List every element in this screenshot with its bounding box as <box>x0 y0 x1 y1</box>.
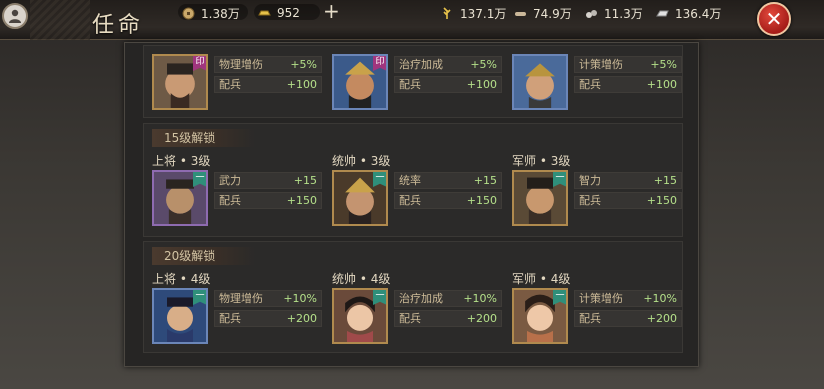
player-avatar-button[interactable] <box>2 3 28 29</box>
close-button[interactable]: ✕ <box>757 2 791 36</box>
wood-value: 74.9万 <box>533 6 572 21</box>
section-level-20: 20级解锁 上将 • 4级 一 物理增伤 +10% 配兵 +200 统帅 • 4级 … <box>143 241 683 353</box>
hero-portrait[interactable] <box>512 54 568 110</box>
stat-row-2: 配兵 +100 <box>574 76 682 93</box>
gold-ingot-icon <box>258 10 271 15</box>
stat-row-2: 配兵 +200 <box>574 310 682 327</box>
slot-strategist[interactable]: 军师 • 3级 一 智力 +15 配兵 +150 <box>512 152 682 232</box>
stat-row-1: 物理增伤 +5% <box>214 56 322 73</box>
food-value: 137.1万 <box>460 6 507 21</box>
stat-row-2: 配兵 +150 <box>574 192 682 209</box>
iron-icon <box>656 10 669 16</box>
hero-portrait[interactable]: 一 <box>152 170 208 226</box>
stat-row-1: 治疗加成 +10% <box>394 290 502 307</box>
hero-portrait[interactable]: 一 <box>512 170 568 226</box>
slot-title: 上将 • 4级 <box>152 272 211 286</box>
iron-resource: 136.4万 <box>656 5 721 21</box>
slot-strategist[interactable]: 计策增伤 +5% 配兵 +100 <box>512 54 682 134</box>
section-level-15: 15级解锁 上将 • 3级 一 武力 +15 配兵 +150 统帅 • 3级 一 统… <box>143 123 683 237</box>
slot-commander[interactable]: 统帅 • 3级 一 统率 +15 配兵 +150 <box>332 152 502 232</box>
hero-portrait-image <box>514 56 566 108</box>
food-resource: 137.1万 <box>441 5 506 21</box>
slot-general[interactable]: 上将 • 3级 一 武力 +15 配兵 +150 <box>152 152 322 232</box>
stat-row-1: 物理增伤 +10% <box>214 290 322 307</box>
coin-icon <box>182 7 195 19</box>
slot-general[interactable]: 上将 • 4级 一 物理增伤 +10% 配兵 +200 <box>152 270 322 350</box>
stat-row-1: 武力 +15 <box>214 172 322 189</box>
top-bar: 任命 1.38万 952 + 137.1万 74.9万 11.3万 136.4万… <box>0 0 824 40</box>
close-icon: ✕ <box>765 7 783 31</box>
page-title: 任命 <box>92 13 145 38</box>
stat-row-1: 治疗加成 +5% <box>394 56 502 73</box>
copper-resource: 1.38万 <box>182 5 240 21</box>
wood-icon <box>515 11 526 16</box>
stat-row-2: 配兵 +200 <box>394 310 502 327</box>
stone-value: 11.3万 <box>604 6 643 21</box>
wood-resource: 74.9万 <box>514 5 572 21</box>
section-heading: 20级解锁 <box>152 247 256 265</box>
grain-icon <box>443 6 451 19</box>
section-base: 印 物理增伤 +5% 配兵 +100 印 治疗加成 +5% 配兵 +100 计策增伤 +5… <box>143 45 683 118</box>
slot-title: 统帅 • 3级 <box>332 154 391 168</box>
stat-row-2: 配兵 +200 <box>214 310 322 327</box>
recharge-plus-button[interactable]: + <box>323 1 340 21</box>
slot-title: 上将 • 3级 <box>152 154 211 168</box>
slot-commander[interactable]: 统帅 • 4级 一 治疗加成 +10% 配兵 +200 <box>332 270 502 350</box>
stone-icon <box>586 9 597 18</box>
stat-row-2: 配兵 +150 <box>214 192 322 209</box>
slot-commander[interactable]: 印 治疗加成 +5% 配兵 +100 <box>332 54 502 134</box>
hero-portrait[interactable]: 印 <box>332 54 388 110</box>
section-heading: 15级解锁 <box>152 129 256 147</box>
stone-resource: 11.3万 <box>585 5 643 21</box>
header-ornament <box>30 0 90 40</box>
hero-portrait[interactable]: 一 <box>152 288 208 344</box>
hero-portrait[interactable]: 印 <box>152 54 208 110</box>
slot-general[interactable]: 印 物理增伤 +5% 配兵 +100 <box>152 54 322 134</box>
stat-row-2: 配兵 +100 <box>394 76 502 93</box>
gold-value: 952 <box>277 6 300 20</box>
iron-value: 136.4万 <box>675 6 722 21</box>
slot-title: 军师 • 4级 <box>512 272 571 286</box>
slot-title: 统帅 • 4级 <box>332 272 391 286</box>
stat-row-1: 统率 +15 <box>394 172 502 189</box>
stat-row-1: 智力 +15 <box>574 172 682 189</box>
hero-portrait[interactable]: 一 <box>332 170 388 226</box>
hero-portrait[interactable]: 一 <box>512 288 568 344</box>
hero-portrait[interactable]: 一 <box>332 288 388 344</box>
stat-row-2: 配兵 +150 <box>394 192 502 209</box>
appointment-panel: 印 物理增伤 +5% 配兵 +100 印 治疗加成 +5% 配兵 +100 计策增伤 +5… <box>124 42 699 367</box>
stat-row-2: 配兵 +100 <box>214 76 322 93</box>
slot-strategist[interactable]: 军师 • 4级 一 计策增伤 +10% 配兵 +200 <box>512 270 682 350</box>
stat-row-1: 计策增伤 +10% <box>574 290 682 307</box>
gold-resource: 952 <box>258 5 300 21</box>
copper-value: 1.38万 <box>201 6 240 21</box>
user-icon <box>9 9 21 23</box>
stat-row-1: 计策增伤 +5% <box>574 56 682 73</box>
slot-title: 军师 • 3级 <box>512 154 571 168</box>
